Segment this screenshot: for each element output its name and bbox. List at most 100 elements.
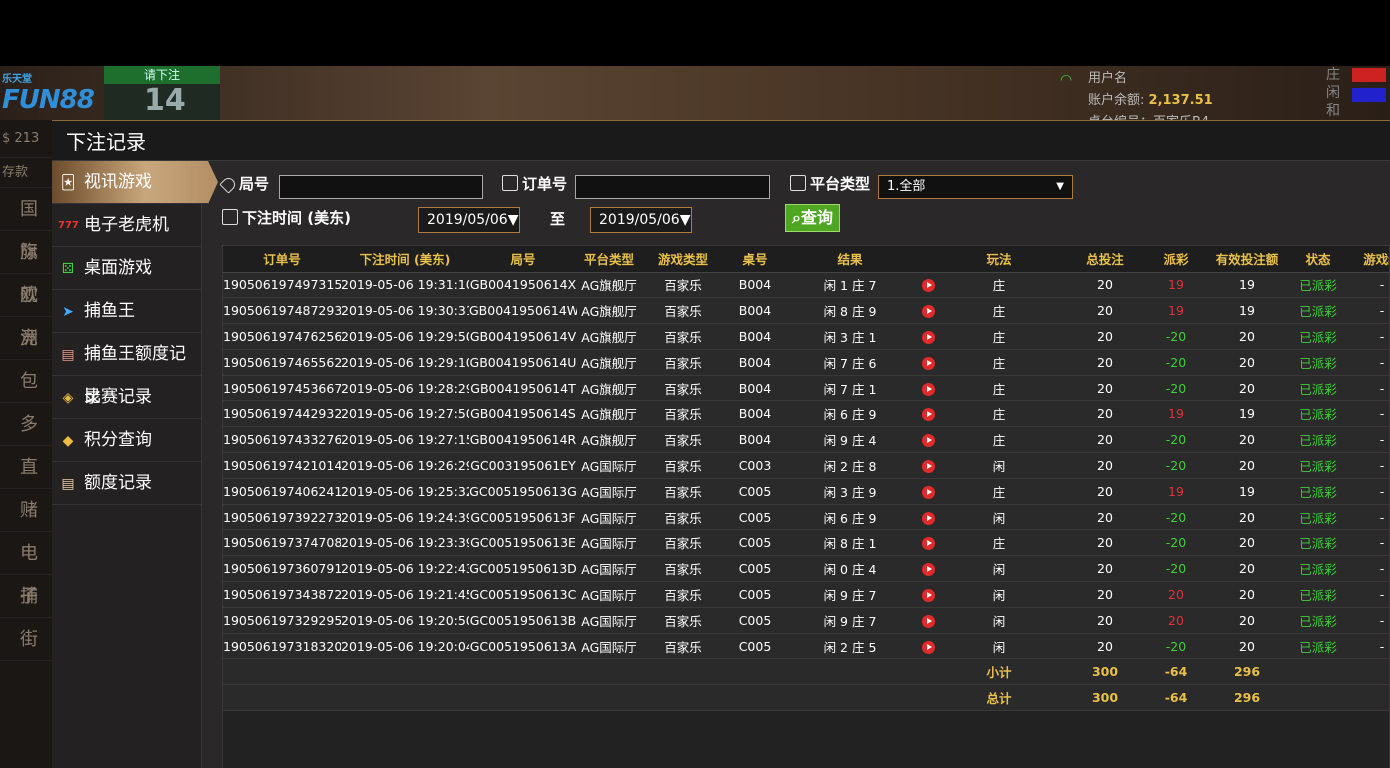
cell-time: 2019-05-06 19:28:29 <box>341 375 469 402</box>
cell-status: 已派彩 <box>1295 581 1341 608</box>
col-valid: 有效投注额 <box>1199 246 1295 273</box>
play-icon[interactable] <box>921 279 935 293</box>
cell-valid: 20 <box>1199 426 1295 454</box>
cell-table: B004 <box>725 323 785 350</box>
cell-payout: -20 <box>1153 375 1199 402</box>
cell-valid: 20 <box>1199 504 1295 531</box>
brand-logo: 乐天堂 FUN88 <box>2 74 95 115</box>
cell-game: 百家乐 <box>641 297 725 325</box>
cell-result: 闲 8 庄 9 <box>785 297 915 325</box>
order-input[interactable] <box>575 175 770 199</box>
cell-game: 百家乐 <box>641 581 725 608</box>
cell-payout: -20 <box>1153 633 1199 660</box>
table-header-row: 订单号 下注时间 (美东) 局号 平台类型 游戏类型 桌号 结果 玩法 总投注 … <box>223 246 1389 273</box>
table-row: 190506197442932 2019-05-06 19:27:50 GB0041… <box>223 400 1389 428</box>
cell-time: 2019-05-06 19:30:31 <box>341 297 469 325</box>
platform-select[interactable]: 1.全部 ▼ <box>878 175 1073 199</box>
cell-status: 已派彩 <box>1295 349 1341 376</box>
round-input[interactable] <box>279 175 483 199</box>
subtotal-cell <box>1295 658 1341 686</box>
cell-order: 190506197433276 <box>223 426 341 454</box>
cell-status: 已派彩 <box>1295 607 1341 634</box>
cell-table: C003 <box>725 452 785 479</box>
left-deposit: 存款 <box>0 158 52 188</box>
play-icon[interactable] <box>921 537 935 551</box>
cell-time: 2019-05-06 19:22:43 <box>341 555 469 583</box>
sidebar-item-fishing[interactable]: ➤ 捕鱼王 <box>52 290 201 333</box>
query-button[interactable]: ⌕查询 <box>785 204 840 232</box>
cell-round: GC003195061EY <box>469 452 577 479</box>
cell-end: - <box>1341 297 1389 325</box>
replay-cell <box>915 452 941 479</box>
play-icon[interactable] <box>921 614 935 628</box>
cell-play: 庄 <box>941 426 1057 454</box>
sidebar-item-live-games[interactable]: 🃏 视讯游戏 <box>52 161 218 204</box>
replay-cell <box>915 633 941 660</box>
sidebar-item-match-records[interactable]: ◈ 比赛记录 <box>52 376 201 419</box>
cell-table: C005 <box>725 607 785 634</box>
cell-end: - <box>1341 633 1389 660</box>
play-icon[interactable] <box>921 511 935 525</box>
cell-play: 闲 <box>941 452 1057 479</box>
cell-time: 2019-05-06 19:27:15 <box>341 426 469 454</box>
play-icon[interactable] <box>921 588 935 602</box>
cell-round: GC0051950613F <box>469 504 577 531</box>
date-from-picker[interactable]: 2019/05/06▼ <box>418 207 520 233</box>
cell-platform: AG国际厅 <box>577 607 641 634</box>
play-icon[interactable] <box>921 563 935 577</box>
play-icon[interactable] <box>921 434 935 448</box>
cell-play: 庄 <box>941 349 1057 376</box>
cell-platform: AG国际厅 <box>577 633 641 660</box>
cell-order: 190506197329295 <box>223 607 341 634</box>
total-cell: 300 <box>1057 684 1153 712</box>
cell-order: 190506197421014 <box>223 452 341 479</box>
cell-round: GB0041950614X <box>469 272 577 299</box>
clipboard-icon <box>502 175 518 191</box>
cell-time: 2019-05-06 19:29:50 <box>341 323 469 350</box>
cell-payout: -20 <box>1153 529 1199 557</box>
cell-payout: -20 <box>1153 349 1199 376</box>
subtotal-cell: 300 <box>1057 658 1153 686</box>
cell-valid: 20 <box>1199 581 1295 608</box>
cell-platform: AG国际厅 <box>577 529 641 557</box>
cell-game: 百家乐 <box>641 400 725 428</box>
left-balance: $ 213 <box>0 120 52 158</box>
table-row: 190506197465562 2019-05-06 19:29:10 GB0041… <box>223 349 1389 376</box>
play-icon[interactable] <box>921 382 935 396</box>
bet-countdown: 14 <box>144 83 186 118</box>
cell-order: 190506197453667 <box>223 375 341 402</box>
total-cell <box>1341 684 1389 712</box>
cell-status: 已派彩 <box>1295 323 1341 350</box>
subtotal-cell: 296 <box>1199 658 1295 686</box>
subtotal-cell <box>725 658 785 686</box>
sidebar-item-fishing-credit[interactable]: ▤ 捕鱼王额度记录 <box>52 333 201 407</box>
cell-bet: 20 <box>1057 426 1153 454</box>
sidebar-item-slots[interactable]: 777 电子老虎机 <box>52 204 201 247</box>
total-cell <box>725 684 785 712</box>
sidebar-item-points[interactable]: ◆ 积分查询 <box>52 419 201 462</box>
sidebar-item-table-games[interactable]: ⚄ 桌面游戏 <box>52 247 201 290</box>
calendar-icon <box>222 209 238 225</box>
cell-table: C005 <box>725 529 785 557</box>
cell-valid: 20 <box>1199 452 1295 479</box>
sidebar-item-credit-records[interactable]: ▤ 额度记录 <box>52 462 201 505</box>
cell-result: 闲 2 庄 8 <box>785 452 915 479</box>
cell-bet: 20 <box>1057 581 1153 608</box>
date-to-picker[interactable]: 2019/05/06▼ <box>590 207 692 233</box>
cell-result: 闲 7 庄 1 <box>785 375 915 402</box>
cell-valid: 20 <box>1199 375 1295 402</box>
play-icon[interactable] <box>921 356 935 370</box>
cell-payout: -20 <box>1153 426 1199 454</box>
play-icon[interactable] <box>921 408 935 422</box>
cell-play: 庄 <box>941 297 1057 325</box>
play-icon[interactable] <box>921 330 935 344</box>
cell-platform: AG旗舰厅 <box>577 426 641 454</box>
play-icon[interactable] <box>921 459 935 473</box>
play-icon[interactable] <box>921 485 935 499</box>
play-icon[interactable] <box>921 640 935 654</box>
cell-game: 百家乐 <box>641 478 725 505</box>
replay-cell <box>915 426 941 454</box>
user-info-panel: 用户名 账户余额: 2,137.51 桌台编号：百家乐B4 <box>1062 68 1322 130</box>
play-icon[interactable] <box>921 305 935 319</box>
search-icon: ⌕ <box>792 208 801 227</box>
